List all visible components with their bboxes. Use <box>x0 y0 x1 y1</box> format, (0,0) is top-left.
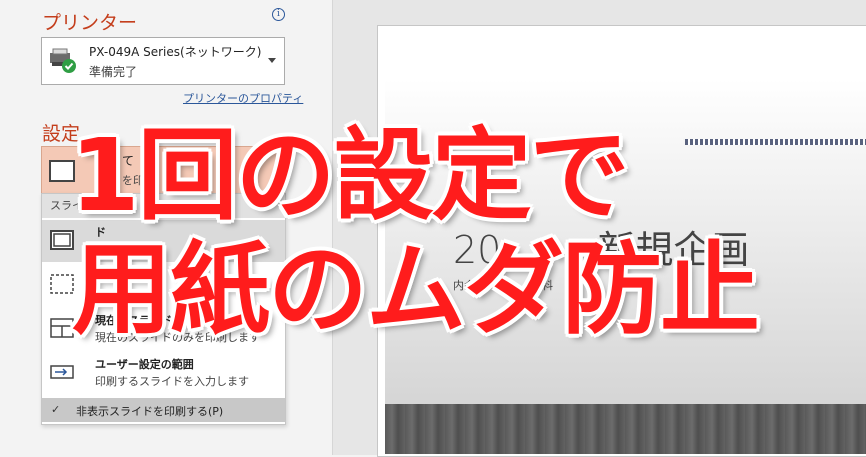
slides-icon <box>49 160 75 182</box>
slide-floor-image <box>385 404 866 454</box>
menu-item-title: ユーザー設定の範囲 <box>95 358 194 371</box>
chevron-down-icon <box>268 58 276 63</box>
slide-subtitle: 内会議料 <box>453 279 553 292</box>
menu-header: スライド <box>42 194 285 218</box>
menu-item-desc: す <box>95 243 106 256</box>
menu-item-title: 現在のスライドを印刷 <box>95 314 205 327</box>
custom-range-icon <box>50 365 74 379</box>
menu-item-all-slides[interactable]: ド す <box>42 220 285 262</box>
slide-range-dropdown[interactable]: て を印 <box>41 146 285 194</box>
settings-section-title: 設定 <box>42 123 81 145</box>
printer-status: 準備完了 <box>89 65 138 79</box>
printer-name: PX-049A Series(ネットワーク) <box>89 45 262 59</box>
printer-properties-link[interactable]: プリンターのプロパティ <box>183 90 303 106</box>
menu-item-custom-range[interactable]: ユーザー設定の範囲 印刷するスライドを入力します <box>42 352 285 394</box>
selection-icon <box>50 274 74 294</box>
printer-section-title: プリンター <box>42 12 138 34</box>
slide-range-menu: スライド ド す 現在のスライドを印刷 現在のスライドのみを印刷します ユーザー… <box>41 193 286 425</box>
slide-range-label: て <box>122 154 135 168</box>
slide-preview: 20 新規企画 内会議料 <box>385 79 866 454</box>
menu-item-title: ド <box>95 226 106 239</box>
preview-page: 20 新規企画 内会議料 <box>377 25 866 457</box>
slide-range-desc: を印 <box>122 174 144 187</box>
menu-item-selection[interactable] <box>42 264 285 306</box>
print-settings-pane: プリンター i PX-049A Series(ネットワーク) 準備完了 プリンタ… <box>0 0 332 455</box>
printer-ready-icon <box>50 48 76 73</box>
info-icon[interactable]: i <box>272 8 285 21</box>
print-hidden-slides-label: 非表示スライドを印刷する(P) <box>76 405 224 418</box>
printer-dropdown[interactable]: PX-049A Series(ネットワーク) 準備完了 <box>41 37 285 85</box>
menu-item-desc: 印刷するスライドを入力します <box>95 375 249 388</box>
check-icon: ✓ <box>51 403 61 416</box>
menu-item-current-slide[interactable]: 現在のスライドを印刷 現在のスライドのみを印刷します <box>42 308 285 350</box>
print-preview-pane: 20 新規企画 内会議料 <box>333 0 866 457</box>
current-slide-icon <box>50 318 74 338</box>
slide-decor-stripe <box>685 139 866 145</box>
all-slides-icon <box>50 230 74 250</box>
menu-item-desc: 現在のスライドのみを印刷します <box>95 331 260 344</box>
slide-title: 20 新規企画 <box>453 228 750 272</box>
print-hidden-slides-option[interactable]: ✓ 非表示スライドを印刷する(P) <box>42 398 285 422</box>
